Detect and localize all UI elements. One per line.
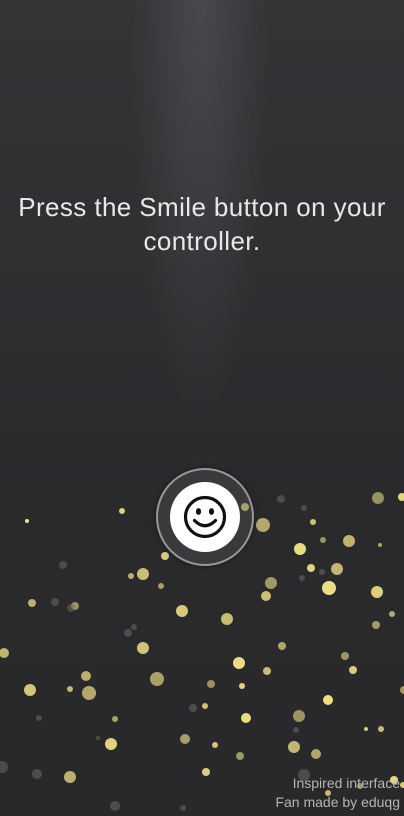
particle <box>294 543 306 555</box>
particle <box>378 543 382 547</box>
particle <box>105 738 117 750</box>
instruction-text: Press the Smile button on your controlle… <box>0 190 404 258</box>
particle <box>207 680 215 688</box>
particle <box>24 684 36 696</box>
particle <box>278 642 286 650</box>
particle <box>96 736 100 740</box>
particle <box>202 768 210 776</box>
screen: Press the Smile button on your controlle… <box>0 0 404 816</box>
particle <box>261 591 271 601</box>
particle <box>150 672 164 686</box>
particle <box>137 568 149 580</box>
particle <box>221 613 233 625</box>
particle <box>293 727 299 733</box>
particle <box>263 667 271 675</box>
particle <box>320 537 326 543</box>
particle <box>0 648 9 658</box>
particle <box>67 604 75 612</box>
particle <box>241 713 251 723</box>
particle <box>389 611 395 617</box>
particle <box>299 575 305 581</box>
particle <box>307 564 315 572</box>
particle <box>311 749 321 759</box>
particle <box>265 577 277 589</box>
particle <box>180 734 190 744</box>
particle <box>128 573 134 579</box>
particle <box>176 605 188 617</box>
particle <box>25 519 29 523</box>
smile-button[interactable] <box>156 468 254 566</box>
particle <box>158 583 164 589</box>
particle <box>212 742 218 748</box>
particle <box>343 535 355 547</box>
particle <box>110 801 120 811</box>
particle <box>398 493 404 501</box>
particle <box>277 495 285 503</box>
particle <box>371 586 383 598</box>
particle <box>256 518 270 532</box>
particle <box>64 771 76 783</box>
particle <box>349 666 357 674</box>
particle <box>233 657 245 669</box>
particle <box>180 805 186 811</box>
particle <box>239 683 245 689</box>
particle <box>0 761 8 773</box>
particle <box>378 726 384 732</box>
particle <box>161 552 169 560</box>
particle <box>400 686 404 694</box>
particle <box>372 492 384 504</box>
particle <box>59 561 67 569</box>
credits: Inspired interface Fan made by eduqg <box>275 774 400 812</box>
particle <box>301 505 307 511</box>
credits-line-2: Fan made by eduqg <box>275 794 400 810</box>
particle <box>323 695 333 705</box>
particle <box>331 563 343 575</box>
instruction-line-2: controller. <box>143 226 261 256</box>
particle <box>400 782 404 788</box>
particle <box>82 686 96 700</box>
particle <box>81 671 91 681</box>
smile-button-face <box>170 482 240 552</box>
instruction-line-1: Press the Smile button on your <box>18 192 386 222</box>
particle <box>131 624 137 630</box>
smile-icon <box>183 495 227 539</box>
particle <box>36 715 42 721</box>
particle <box>293 710 305 722</box>
credits-line-1: Inspired interface <box>292 775 400 791</box>
particle <box>28 599 36 607</box>
particle <box>112 716 118 722</box>
particle <box>372 621 380 629</box>
particle <box>288 741 300 753</box>
particle <box>319 569 325 575</box>
particle <box>119 508 125 514</box>
particle <box>189 704 197 712</box>
particle <box>137 642 149 654</box>
particle <box>124 629 132 637</box>
particle <box>236 752 244 760</box>
particle <box>310 519 316 525</box>
particle-field <box>0 492 404 811</box>
particle <box>364 727 368 731</box>
particle <box>51 598 59 606</box>
particle <box>202 703 208 709</box>
particle <box>67 686 73 692</box>
particle <box>341 652 349 660</box>
particle <box>32 769 42 779</box>
particle <box>322 581 336 595</box>
